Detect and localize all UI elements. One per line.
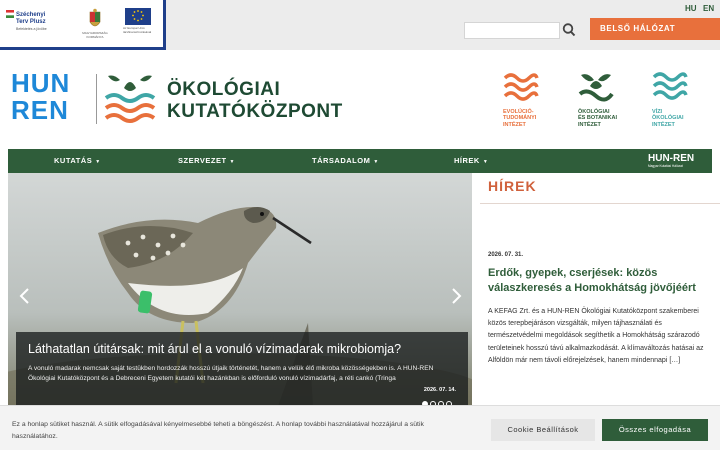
nav-label: HÍREK: [454, 156, 480, 165]
nav-label: KUTATÁS: [54, 156, 93, 165]
slide-caption[interactable]: Láthatatlan útitársak: mit árul el a von…: [16, 332, 468, 406]
nav-item-kutatas[interactable]: KUTATÁS ▼: [54, 149, 101, 173]
wordmark-ren: REN: [11, 95, 69, 125]
caret-down-icon: ▼: [229, 159, 235, 165]
lang-en-link[interactable]: EN: [703, 4, 714, 13]
slide-title[interactable]: Láthatatlan útitársak: mit árul el a von…: [28, 342, 456, 357]
ecology-leaf-wave-icon: [104, 75, 156, 123]
flag-icon: [6, 10, 14, 18]
institute-evolution-label: EVOLÚCIÓ- TUDOMÁNYI INTÉZET: [503, 109, 547, 128]
institute-aquatic-label: VÍZI ÖKOLÓGIAI INTÉZET: [652, 109, 696, 128]
hungary-label: MAGYARORSZÁG KORMÁNYA: [82, 31, 108, 39]
nav-label: SZERVEZET: [178, 156, 227, 165]
network-logo-main: HUN-REN: [648, 153, 695, 164]
news-title-link[interactable]: Erdők, gyepek, cserjések: közös válaszke…: [488, 266, 720, 295]
eu-label: Az Európai Unió társfinanszírozásával: [123, 26, 152, 34]
cookie-text: Ez a honlap sütiket használ. A sütik elf…: [12, 421, 424, 440]
szechenyi-logo: Széchenyi Terv Plusz Befektetés a jövőbe: [6, 10, 50, 40]
slide-date: 2026. 07. 14.: [423, 387, 456, 393]
label-line: INTÉZET: [652, 121, 675, 128]
institute-evolution[interactable]: EVOLÚCIÓ- TUDOMÁNYI INTÉZET: [503, 72, 547, 128]
slide-excerpt: A vonuló madarak nemcsak saját testükben…: [28, 365, 434, 382]
hungary-government-logo: MAGYARORSZÁG KORMÁNYA: [80, 8, 110, 42]
accept-all-button[interactable]: Összes elfogadása: [602, 419, 708, 441]
site-title-line1: ÖKOLÓGIAI: [167, 79, 281, 100]
label-line: INTÉZET: [578, 121, 601, 128]
site-title: ÖKOLÓGIAI KUTATÓKÖZPONT: [167, 79, 343, 123]
slider-next-arrow-icon[interactable]: [448, 286, 464, 306]
botany-institute-icon: [578, 74, 614, 102]
nav-item-hirek[interactable]: HÍREK ▼: [454, 149, 488, 173]
institute-botany[interactable]: ÖKOLÓGIAI ÉS BOTANIKAI INTÉZET: [578, 72, 622, 128]
news-excerpt: A KEFAG Zrt. és a HUN-REN Ökológiai Kuta…: [488, 308, 704, 364]
slider-prev-arrow-icon[interactable]: [17, 286, 33, 306]
logo-divider: [96, 74, 97, 124]
label-line: INTÉZET: [503, 121, 526, 128]
network-logo-sub: Magyar Kutatási Hálózat: [648, 164, 683, 168]
szechenyi-subtitle: Befektetés a jövőbe: [16, 27, 47, 31]
hun-ren-network-logo[interactable]: HUN-REN Magyar Kutatási Hálózat: [648, 153, 694, 168]
hero-slider[interactable]: Láthatatlan útitársak: mit árul el a von…: [8, 173, 472, 406]
caret-down-icon: ▼: [95, 159, 101, 165]
lang-hu-link[interactable]: HU: [685, 4, 697, 13]
caret-down-icon: ▼: [373, 159, 379, 165]
funding-logos[interactable]: Széchenyi Terv Plusz Befektetés a jövőbe…: [0, 0, 166, 50]
aquatic-institute-icon: [652, 72, 688, 100]
evolution-institute-icon: [503, 73, 539, 101]
institute-botany-label: ÖKOLÓGIAI ÉS BOTANIKAI INTÉZET: [578, 109, 622, 128]
nav-label: TÁRSADALOM: [312, 156, 371, 165]
szechenyi-title: Széchenyi Terv Plusz: [16, 12, 46, 25]
cookie-settings-button[interactable]: Cookie Beállítások: [491, 419, 595, 441]
eu-logo: Az Európai Unió társfinanszírozásával: [123, 8, 153, 42]
top-bar: Széchenyi Terv Plusz Befektetés a jövőbe…: [0, 0, 720, 50]
search-icon[interactable]: [562, 22, 576, 38]
news-divider: [480, 203, 720, 204]
institute-aquatic[interactable]: VÍZI ÖKOLÓGIAI INTÉZET: [652, 72, 696, 128]
label-line: ÉS BOTANIKAI: [578, 115, 618, 122]
internal-network-button[interactable]: BELSŐ HÁLÓZAT: [590, 18, 720, 40]
main-nav: KUTATÁS ▼ SZERVEZET ▼ TÁRSADALOM ▼ HÍREK ▼ H…: [8, 149, 712, 173]
cookie-banner: Ez a honlap sütiket használ. A sütik elf…: [0, 405, 720, 450]
coat-of-arms-icon: [89, 8, 101, 27]
site-title-line2: KUTATÓKÖZPONT: [167, 101, 343, 122]
search-input[interactable]: [464, 22, 560, 39]
wordmark-hun: HUN: [11, 68, 71, 98]
news-heading[interactable]: HÍREK: [488, 178, 537, 194]
news-date: 2026. 07. 31.: [488, 252, 524, 258]
nav-item-szervezet[interactable]: SZERVEZET ▼: [178, 149, 235, 173]
caret-down-icon: ▼: [482, 159, 489, 165]
nav-item-tarsadalom[interactable]: TÁRSADALOM ▼: [312, 149, 379, 173]
hun-ren-wordmark: HUN REN: [11, 70, 70, 124]
eu-flag-icon: [125, 8, 151, 25]
